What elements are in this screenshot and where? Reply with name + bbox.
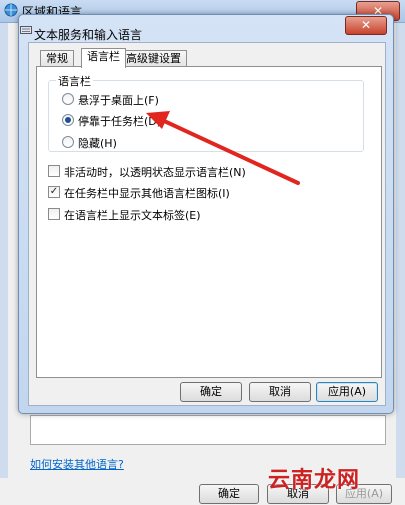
watermark: 云南龙网 bbox=[268, 468, 361, 493]
dialog-apply-button[interactable]: 应用(A) bbox=[316, 382, 378, 402]
tab-advanced-key-settings[interactable]: 高级键设置 bbox=[120, 50, 187, 67]
outer-window-left-edge bbox=[0, 22, 8, 505]
dialog-cancel-button[interactable]: 取消 bbox=[249, 382, 311, 402]
tab-general[interactable]: 常规 bbox=[40, 50, 74, 67]
install-languages-link[interactable]: 如何安装其他语言? bbox=[30, 456, 124, 472]
dialog-close-button[interactable]: ✕ bbox=[345, 16, 387, 35]
language-list-box[interactable] bbox=[30, 415, 386, 445]
outer-ok-button[interactable]: 确定 bbox=[199, 484, 259, 504]
radio-button-selected[interactable] bbox=[62, 114, 74, 126]
radio-label: 悬浮于桌面上(F) bbox=[78, 94, 159, 107]
checkbox[interactable] bbox=[48, 208, 60, 220]
radio-button[interactable] bbox=[62, 136, 74, 148]
group-label: 语言栏 bbox=[56, 73, 93, 89]
checkbox-label: 在任务栏中显示其他语言栏图标(I) bbox=[64, 187, 230, 200]
checkbox-label: 非活动时，以透明状态显示语言栏(N) bbox=[64, 166, 246, 179]
keyboard-icon bbox=[20, 26, 32, 34]
dialog-ok-button[interactable]: 确定 bbox=[180, 382, 242, 402]
outer-window-right-edge bbox=[396, 22, 405, 505]
checkbox[interactable] bbox=[48, 165, 60, 177]
radio-label: 停靠于任务栏(D) bbox=[78, 115, 162, 128]
checkbox-label: 在语言栏上显示文本标签(E) bbox=[64, 209, 201, 222]
checkbox-checked[interactable]: ✓ bbox=[48, 186, 60, 198]
radio-label: 隐藏(H) bbox=[78, 137, 117, 150]
radio-button[interactable] bbox=[62, 93, 74, 105]
globe-icon bbox=[4, 3, 18, 17]
tab-language-bar[interactable]: 语言栏 bbox=[81, 48, 126, 68]
dialog-title: 文本服务和输入语言 bbox=[34, 28, 143, 42]
